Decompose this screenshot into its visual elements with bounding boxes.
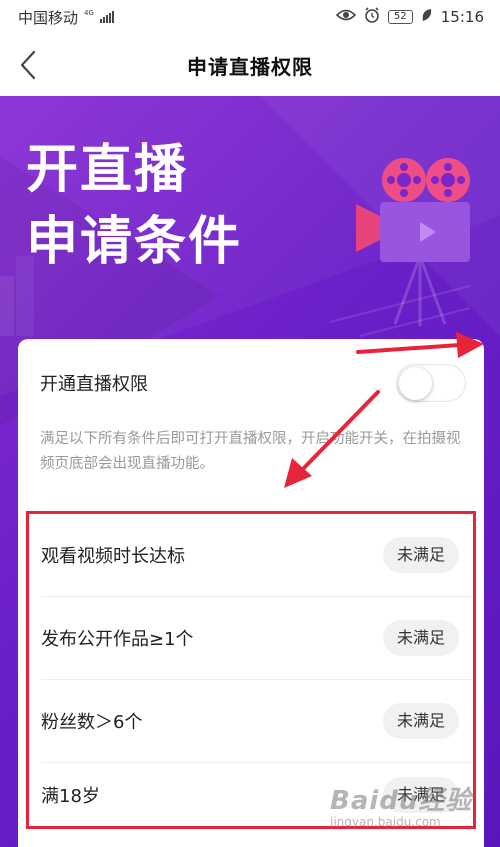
hero-title: 开直播 申请条件 [26, 134, 242, 278]
hero-title-line2: 申请条件 [26, 212, 243, 272]
watermark-main: Baidu经验 [330, 786, 473, 816]
status-left: 中国移动 4G [18, 7, 114, 28]
condition-status-badge: 未满足 [382, 537, 459, 573]
eye-comfort-icon [335, 8, 356, 26]
hero-title-line1: 开直播 [26, 140, 189, 200]
chevron-left-icon [20, 50, 36, 80]
clock-time: 15:16 [440, 8, 484, 26]
battery-icon: 52 [387, 10, 413, 24]
condition-label: 满18岁 [41, 786, 100, 807]
nav-bar: 申请直播权限 [0, 34, 500, 96]
status-bar: 中国移动 4G 52 15:16 [0, 0, 500, 34]
baidu-watermark: Baidu经验 jingyan.baidu.com [330, 780, 472, 829]
signal-icon [99, 11, 114, 23]
watermark-sub: jingyan.baidu.com [330, 815, 441, 829]
condition-item: 粉丝数＞6个 未满足 [29, 680, 473, 762]
condition-label: 观看视频时长达标 [41, 546, 185, 567]
back-button[interactable] [10, 47, 46, 83]
status-right: 52 15:16 [335, 7, 484, 27]
permission-card: 开通直播权限 满足以下所有条件后即可打开直播权限，开启功能开关，在拍摄视频页底部… [18, 339, 484, 847]
live-permission-switch[interactable] [396, 364, 466, 402]
live-permission-row: 开通直播权限 [40, 363, 466, 403]
leaf-icon [421, 8, 433, 26]
condition-label: 粉丝数＞6个 [41, 712, 143, 733]
condition-item: 观看视频时长达标 未满足 [29, 514, 473, 596]
condition-item: 发布公开作品≥1个 未满足 [29, 597, 473, 679]
permission-description: 满足以下所有条件后即可打开直播权限，开启功能开关，在拍摄视频页底部会出现直播功能… [40, 431, 461, 472]
switch-knob [399, 367, 432, 400]
condition-label: 发布公开作品≥1个 [41, 629, 194, 650]
condition-status-badge: 未满足 [382, 703, 459, 739]
page-title: 申请直播权限 [187, 54, 313, 79]
condition-status-badge: 未满足 [382, 620, 459, 656]
network-type: 4G [84, 8, 94, 17]
alarm-icon [364, 7, 380, 27]
carrier-label: 中国移动 [18, 8, 79, 27]
live-permission-label: 开通直播权限 [40, 374, 148, 395]
